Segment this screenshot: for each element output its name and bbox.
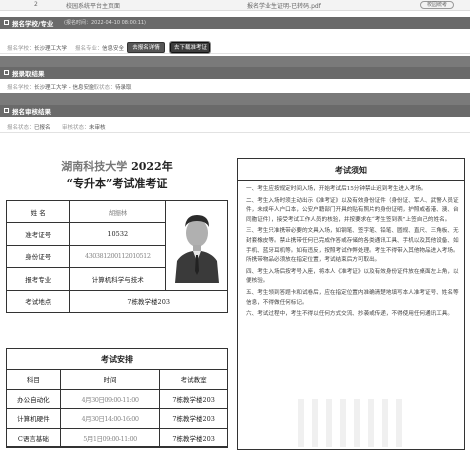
notice-body: 一、考生应按规定时间入场，开始考试后15分钟禁止迟到考生进入考场。 二、考生入场… [246, 185, 460, 322]
result-section-header: 报名审核结果 [0, 105, 470, 117]
time-cell: 5月1日09:00-11:00 [59, 427, 161, 448]
table-row: 考试地点 7栋教学楼203 [5, 289, 228, 313]
major-label: 报名专业： [75, 46, 103, 52]
table-row: 计算机硬件 4月30日14:00-16:00 7栋教学楼203 [6, 408, 228, 429]
id-value: 430381200112010512 [69, 244, 167, 269]
list-icon [4, 108, 9, 113]
result-info-row: 报名状态： 已报名 审核状态： 未审核 [0, 120, 470, 133]
page-number: 2 [34, 1, 38, 8]
divider-band [0, 93, 470, 105]
status-label: 录取状态： [88, 85, 116, 91]
candidate-info-table: 姓 名 胡振林 准考证号 10532 身份证号 4303812001120105 [5, 199, 228, 313]
table-row: C语言基础 5月1日09:00-11:00 7栋教学楼203 [6, 427, 228, 448]
name-label: 姓 名 [5, 199, 71, 224]
admission-ticket: 湖南科技大学 2022年 “专升本”考试准考证 姓 名 胡振林 准考证号 105… [4, 150, 230, 450]
view-detail-button[interactable]: 去报名详情 [127, 42, 165, 53]
major-value: 信息安全 [102, 46, 125, 52]
subject-cell: 办公自动化 [6, 388, 61, 409]
score-section-header: 报录取结果 [0, 67, 470, 79]
school-label: 报名学校： [7, 46, 35, 52]
schedule-table: 科目 时间 考试教室 办公自动化 4月30日09:00-11:00 7栋教学楼2… [6, 369, 228, 448]
table-row: 办公自动化 4月30日09:00-11:00 7栋教学楼203 [6, 388, 228, 409]
schedule-title: 考试安排 [101, 354, 133, 364]
exam-notice: 考试须知 一、考生应按规定时间入场，开始考试后15分钟禁止迟到考生进入考场。 二… [237, 158, 465, 450]
ticket-year: 2022年 [127, 160, 173, 173]
score-info-row: 报名学校： 长沙理工大学 - 信息安全 录取状态： 待录取 [0, 80, 470, 93]
room-cell: 7栋教学楼203 [159, 408, 228, 429]
status-value: 待录取 [115, 85, 132, 91]
download-ticket-button[interactable]: 去下载准考证 [169, 41, 211, 54]
exam-schedule: 考试安排 科目 时间 考试教室 办公自动化 4月30日09:00-11:00 7… [6, 348, 228, 448]
document-title: 报名学业生证明-已转码.pdf [247, 3, 321, 10]
review-status-value: 未审核 [89, 125, 106, 131]
ticket-no-label: 准考证号 [5, 222, 71, 246]
ticket-no-value: 10532 [69, 222, 167, 246]
major-label: 报考专业 [5, 267, 71, 291]
notice-item: 三、考生只准携带必要的文具入场，如钢笔、签字笔、铅笔、圆规、直尺、三角板、无封套… [246, 228, 459, 264]
school-info-row: 报名学校： 长沙理工大学 报名专业： 信息安全 去报名详情 去下载准考证 [0, 41, 470, 54]
notice-item: 四、考生入场后按考号入座，将本人《准考证》以及有效身份证件放在桌面左上角，以便核… [246, 268, 459, 285]
notice-title: 考试须知 [238, 159, 464, 181]
school-value: 长沙理工大学 [34, 46, 68, 52]
school-section-title: 报名学校/专业 [12, 20, 54, 28]
room-cell: 7栋教学楼203 [159, 388, 228, 409]
name-value: 胡振林 [69, 199, 167, 224]
apply-time: (报名时间：2022-04-10 08:00:11) [64, 20, 147, 26]
candidate-photo [171, 205, 222, 284]
location-label: 考试地点 [5, 289, 71, 313]
ticket-subtitle: “专升本”考试准考证 [66, 177, 168, 190]
school-section-header: 报名学校/专业 (报名时间：2022-04-10 08:00:11) [0, 17, 470, 29]
photo-cell [165, 200, 228, 291]
time-cell: 4月30日09:00-11:00 [59, 388, 161, 409]
score-school-value: 长沙理工大学 - 信息安全 [34, 85, 95, 91]
list-icon [4, 70, 9, 75]
apply-status-value: 已报名 [34, 125, 51, 131]
notice-item: 六、考试过程中，考生不得以任何方式交流、抄袭或传递，不得使用任何通讯工具。 [246, 311, 453, 318]
col-room: 考试教室 [159, 369, 228, 390]
ticket-title: 湖南科技大学 2022年 [4, 158, 230, 174]
notice-item: 一、考生应按规定时间入场，开始考试后15分钟禁止迟到考生进入考场。 [246, 186, 427, 192]
top-bar: 2 校园系统平台主页面 报名学业生证明-已转码.pdf 校园统考 [0, 0, 470, 11]
apply-status-label: 报名状态： [7, 125, 35, 131]
col-time: 时间 [59, 369, 161, 390]
breadcrumb[interactable]: 校园系统平台主页面 [66, 1, 120, 10]
redacted-area [298, 399, 408, 447]
score-school-label: 报名学校： [7, 85, 35, 91]
university-name: 湖南科技大学 [61, 160, 128, 173]
score-section-title: 报录取结果 [12, 70, 45, 78]
time-cell: 4月30日14:00-16:00 [59, 408, 161, 429]
notice-item: 五、考生领到答题卡和试卷后，应在指定位置内准确清楚地填写本人准考证号、姓名等信息… [246, 289, 459, 306]
subject-cell: 计算机硬件 [6, 408, 61, 429]
id-label: 身份证号 [5, 244, 71, 269]
location-value: 7栋教学楼203 [69, 289, 228, 313]
result-section-title: 报名审核结果 [12, 108, 51, 116]
subject-cell: C语言基础 [6, 427, 61, 448]
site-logo: 校园统考 [420, 1, 454, 9]
table-row: 姓 名 胡振林 [5, 199, 228, 291]
col-subject: 科目 [6, 369, 61, 390]
review-status-label: 审核状态： [62, 125, 90, 131]
table-header-row: 科目 时间 考试教室 [6, 369, 228, 390]
notice-item: 二、考生入场时须主动出示《准考证》以及有效身份证件（身份证、军人、武警人员证件，… [246, 197, 459, 223]
room-cell: 7栋教学楼203 [159, 427, 228, 448]
list-icon [4, 20, 9, 25]
major-value: 计算机科学与技术 [69, 267, 167, 291]
